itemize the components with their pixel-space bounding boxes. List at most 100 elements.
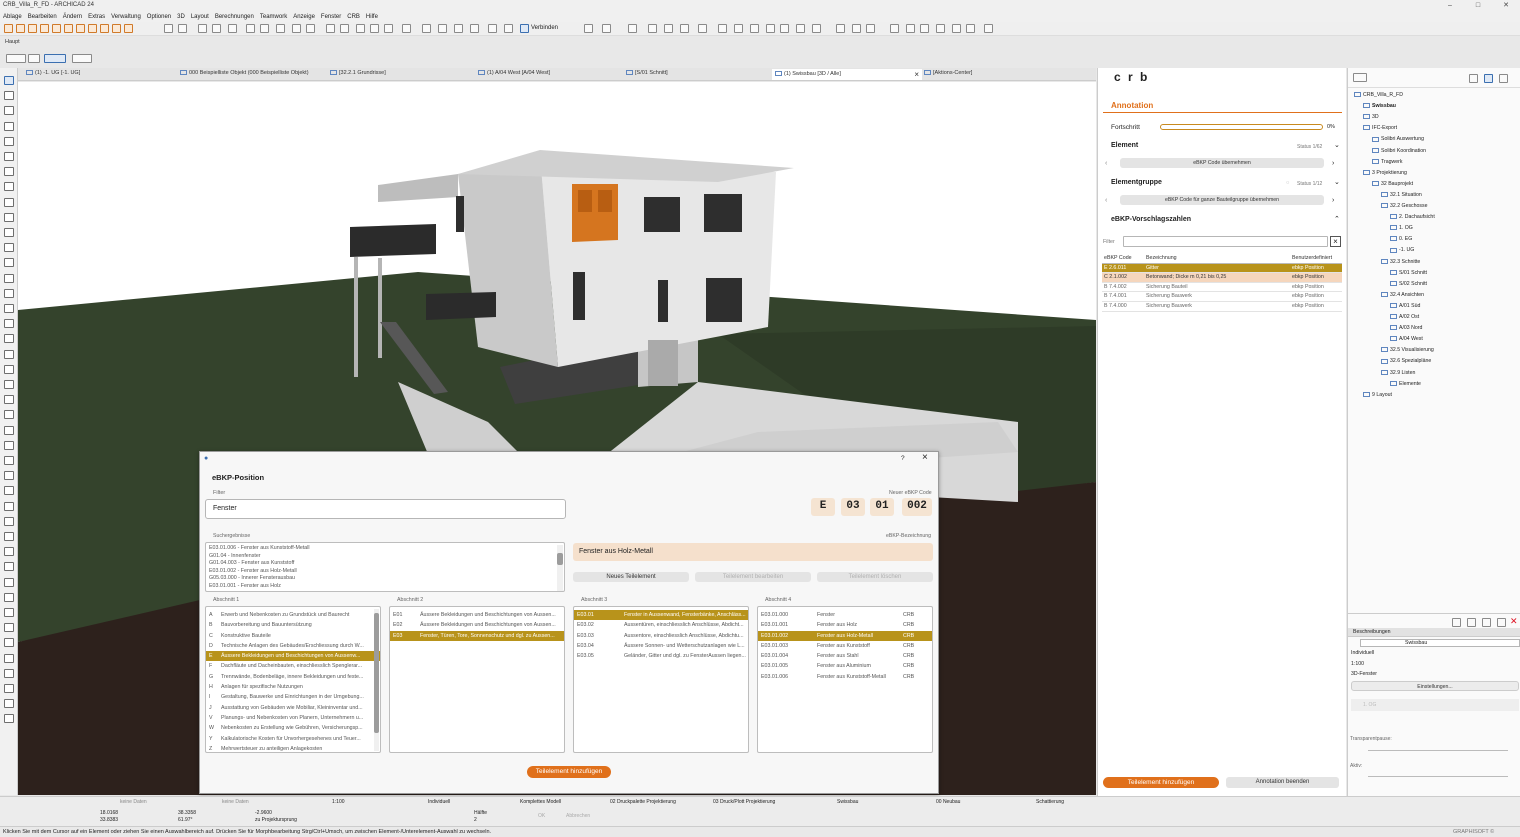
folder-icon[interactable] <box>1497 618 1506 627</box>
section-item[interactable]: Y Kalkulatorische Kosten für Unvorhergese… <box>206 734 380 744</box>
drawing-tool-icon[interactable] <box>4 638 14 648</box>
align-icon[interactable] <box>356 24 365 33</box>
new-icon[interactable] <box>4 24 13 33</box>
suggestion-row[interactable]: B 7.4.000 Sicherung Bauwerk ebkp Position <box>1102 302 1342 312</box>
door-tool-icon[interactable] <box>4 228 14 237</box>
maximize-button[interactable]: □ <box>1464 0 1492 12</box>
section-item[interactable]: E03.01 Fenster in Aussenwand, Fensterbänk… <box>574 610 748 621</box>
tab-swissbau[interactable]: (1) Swissbau [3D / Alle] × <box>772 69 922 80</box>
grid-icon[interactable] <box>178 24 187 33</box>
gear-icon[interactable] <box>984 24 993 33</box>
lamp-tool-icon[interactable] <box>4 349 14 359</box>
new-view-icon[interactable] <box>1452 618 1461 627</box>
level-tool-icon[interactable] <box>4 380 14 389</box>
navigator-item[interactable]: CRB_Villa_R_FD <box>1354 92 1403 98</box>
detail-tool-icon[interactable] <box>4 577 14 587</box>
slab-tool-icon[interactable] <box>4 152 14 161</box>
transparency-slider[interactable] <box>1368 750 1508 751</box>
tab-beispielliste[interactable]: 000 Beispielliste Objekt (000 Beispielli… <box>180 70 309 76</box>
renovation-combo[interactable]: 00 Neubau <box>936 799 960 805</box>
menu-item[interactable]: Fenster <box>321 12 341 22</box>
clock-icon[interactable] <box>966 24 975 33</box>
view-map-icon[interactable] <box>1469 74 1478 83</box>
chevron-up-icon[interactable]: ⌃ <box>1334 215 1340 223</box>
layer-combo[interactable]: Individuell <box>428 799 450 805</box>
layer-field[interactable]: 1. OG <box>1351 699 1519 711</box>
code-part-4[interactable]: 002 <box>902 498 932 516</box>
layout-icon[interactable] <box>936 24 945 33</box>
sun-icon[interactable] <box>780 24 789 33</box>
navigator-item[interactable]: 0. EG <box>1390 236 1412 242</box>
tools-icon[interactable] <box>766 24 775 33</box>
pencil-icon[interactable] <box>212 24 221 33</box>
section-item[interactable]: A Erwerb und Nebenkosten zu Grundstück un… <box>206 610 380 620</box>
navigator-item[interactable]: IFC-Export <box>1363 125 1397 131</box>
section-item[interactable]: H Anlagen für spezifische Nutzungen <box>206 682 380 692</box>
model-combo[interactable]: Komplettes Modell <box>520 799 561 805</box>
marquee-icon[interactable] <box>28 54 40 63</box>
open-icon[interactable] <box>16 24 25 33</box>
chevron-down-icon[interactable]: ⌄ <box>1334 141 1340 149</box>
navigator-item[interactable]: A/03 Nord <box>1390 325 1422 331</box>
building-icon[interactable] <box>698 24 707 33</box>
navigator-item[interactable]: 9 Layout <box>1363 392 1392 398</box>
section-item[interactable]: E03.01.006 Fenster aus Kunststoff-Metall C… <box>758 672 932 682</box>
render-icon[interactable] <box>438 24 447 33</box>
help-button[interactable]: ? <box>901 455 905 462</box>
menu-item[interactable]: Layout <box>191 12 209 22</box>
dialog-add-subelement-button[interactable]: Teilelement hinzufügen <box>527 766 611 778</box>
pen-icon[interactable] <box>228 24 237 33</box>
connect-label[interactable]: Verbinden <box>531 25 558 31</box>
window-icon[interactable] <box>852 24 861 33</box>
delete-subelement-button[interactable]: Teilelement löschen <box>817 572 933 582</box>
new-subelement-button[interactable]: Neues Teilelement <box>573 572 689 582</box>
navigator-item[interactable]: Solibri Koordination <box>1372 148 1426 154</box>
cut-tool-icon[interactable] <box>4 714 14 724</box>
camera-icon[interactable] <box>812 24 821 33</box>
undo-icon[interactable] <box>52 24 61 33</box>
navigator-item[interactable]: 32.6 Spezialpläne <box>1381 358 1431 364</box>
window-tool-icon[interactable] <box>4 243 14 253</box>
suggestion-row[interactable]: C 2.1.002 Betonwand; Dicke m 0,21 bis 0,2… <box>1102 273 1342 283</box>
page-icon[interactable] <box>164 24 173 33</box>
text-tool-icon[interactable] <box>4 395 14 405</box>
skylight-tool-icon[interactable] <box>4 258 14 268</box>
section-item[interactable]: E03.03 Aussentore, einschliesslich Anschl… <box>574 631 748 641</box>
close-window-button[interactable]: ✕ <box>1492 0 1520 12</box>
tab-west[interactable]: (1) A/04 West [A/04 West] <box>478 70 550 76</box>
eye-icon[interactable] <box>796 24 805 33</box>
section-item[interactable]: E03.01.000 Fenster CRB <box>758 610 932 620</box>
flag-icon[interactable] <box>422 24 431 33</box>
section-item[interactable]: D Technische Anlagen des Gebäudes/Erschli… <box>206 641 380 651</box>
delete-icon[interactable]: ✕ <box>1510 616 1518 627</box>
roof-tool-icon[interactable] <box>4 167 14 177</box>
shading-combo[interactable]: Schattierung <box>1036 799 1064 805</box>
menu-item[interactable]: Extras <box>88 12 105 22</box>
section-item[interactable]: E Äussere Bekleidungen und Beschichtungen… <box>206 651 380 662</box>
section-list[interactable]: E03.01.000 Fenster CRB E03.01.001 Fenster au… <box>757 606 933 753</box>
house-icon[interactable] <box>520 24 529 33</box>
section-item[interactable]: E03.01.003 Fenster aus Kunststoff CRB <box>758 641 932 651</box>
search-result-item[interactable]: E03.01.001 - Fenster aus Holz <box>206 583 564 591</box>
section-item[interactable]: E03.01.001 Fenster aus Holz CRB <box>758 620 932 630</box>
object-tool-icon[interactable] <box>4 304 14 313</box>
chevron-right-icon[interactable]: › <box>1332 160 1334 167</box>
label-tool-icon[interactable] <box>4 410 14 420</box>
designation-field[interactable]: Fenster aus Holz-Metall <box>573 543 933 561</box>
menu-item[interactable]: Verwaltung <box>111 12 141 22</box>
print-combo[interactable]: 02 Druckpalette Projektierung <box>610 799 676 805</box>
camera-tool-icon[interactable] <box>4 532 14 541</box>
wall-tool-icon[interactable] <box>4 106 14 116</box>
navigator-item[interactable]: 32.4 Ansichten <box>1381 292 1424 298</box>
arrow-icon[interactable] <box>260 24 269 33</box>
suggestion-row[interactable]: E 2.6.011 Gitter ebkp Position <box>1102 263 1342 274</box>
section-item[interactable]: E03.01.002 Fenster aus Holz-Metall CRB <box>758 630 932 641</box>
eye-off-icon[interactable]: ◌ <box>1286 180 1289 186</box>
measure-icon[interactable] <box>292 24 301 33</box>
layout-book-icon[interactable] <box>1484 74 1493 83</box>
beam-tool-icon[interactable] <box>4 136 14 146</box>
arrow-icon[interactable] <box>276 24 285 33</box>
navigator-item[interactable]: A/04 West <box>1390 336 1423 342</box>
scrollbar[interactable] <box>557 545 563 591</box>
menu-item[interactable]: Berechnungen <box>215 12 254 22</box>
